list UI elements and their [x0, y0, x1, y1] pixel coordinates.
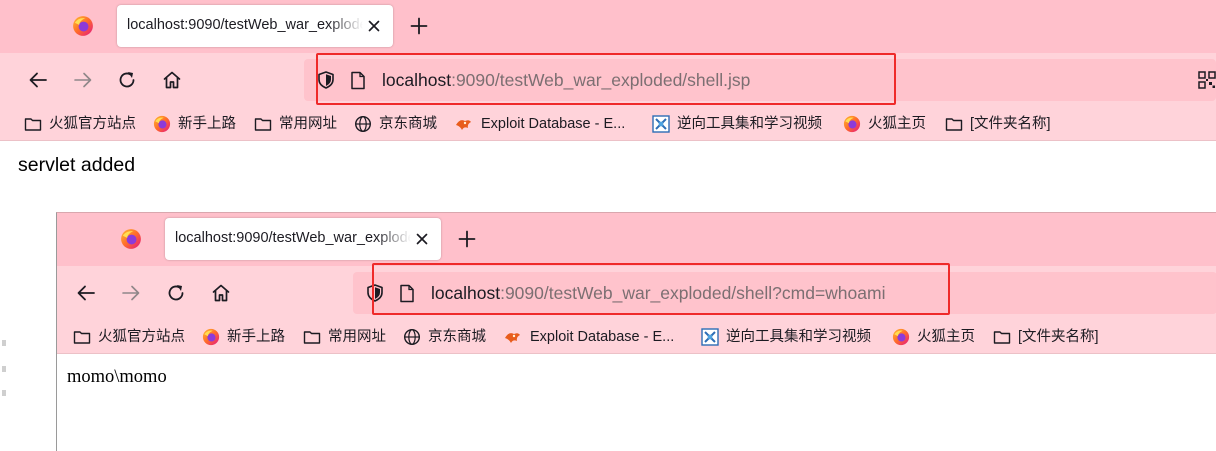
new-tab-plus-icon[interactable] — [409, 16, 429, 36]
bookmarks-toolbar: 火狐官方站点 新手上路 常用网址 京东商城 Exploit Database -… — [0, 107, 1216, 141]
reload-icon[interactable] — [165, 282, 187, 304]
folder-icon — [24, 115, 42, 133]
bookmark-item[interactable]: 逆向工具集和学习视频 — [652, 113, 834, 135]
bookmark-item[interactable]: 京东商城 — [354, 113, 444, 135]
page-body-text: servlet added — [18, 154, 136, 176]
bookmark-item[interactable]: 火狐主页 — [843, 113, 935, 135]
bookmark-item[interactable]: 常用网址 — [254, 113, 344, 135]
navigation-toolbar: localhost:9090/testWeb_war_exploded/shel… — [0, 53, 1216, 107]
bookmark-item[interactable]: 京东商城 — [403, 326, 493, 348]
tab-title: localhost:9090/testWeb_war_exploded/shel… — [127, 17, 363, 33]
forward-arrow-icon[interactable] — [72, 69, 94, 91]
folder-icon — [303, 328, 321, 346]
globe-icon — [354, 115, 372, 133]
forward-arrow-icon[interactable] — [120, 282, 142, 304]
bookmark-item[interactable]: 常用网址 — [303, 326, 393, 348]
reverse-tools-icon — [652, 115, 670, 133]
bookmark-item[interactable]: [文件夹名称] — [945, 113, 1061, 135]
firefox-icon[interactable] — [72, 15, 94, 37]
folder-icon — [73, 328, 91, 346]
new-tab-plus-icon[interactable] — [457, 229, 477, 249]
firefox-icon — [892, 328, 910, 346]
navigation-toolbar: localhost:9090/testWeb_war_exploded/shel… — [57, 263, 1216, 320]
firefox-icon — [843, 115, 861, 133]
home-icon[interactable] — [161, 69, 183, 91]
firefox-icon[interactable] — [120, 228, 142, 250]
tab-strip: localhost:9090/testWeb_war_exploded/shel… — [57, 213, 1216, 266]
bookmark-item[interactable]: 逆向工具集和学习视频 — [701, 326, 883, 348]
bookmark-item[interactable]: 新手上路 — [202, 326, 292, 348]
globe-icon — [403, 328, 421, 346]
tab-shell-jsp[interactable]: localhost:9090/testWeb_war_exploded/shel… — [117, 5, 393, 47]
folder-icon — [945, 115, 963, 133]
home-icon[interactable] — [210, 282, 232, 304]
back-arrow-icon[interactable] — [27, 69, 49, 91]
bookmark-item[interactable]: 火狐官方站点 — [73, 326, 191, 348]
reverse-tools-icon — [701, 328, 719, 346]
back-arrow-icon[interactable] — [75, 282, 97, 304]
folder-icon — [993, 328, 1011, 346]
window-edge-marks — [2, 340, 6, 396]
exploit-db-icon — [454, 115, 472, 133]
qr-code-icon[interactable] — [1198, 71, 1216, 89]
bookmark-item[interactable]: [文件夹名称] — [993, 326, 1109, 348]
reload-icon[interactable] — [116, 69, 138, 91]
bookmarks-toolbar: 火狐官方站点 新手上路 常用网址 京东商城 Exploit Database -… — [57, 320, 1216, 354]
highlight-box — [316, 53, 896, 105]
exploit-db-icon — [503, 328, 521, 346]
browser-window-2: localhost:9090/testWeb_war_exploded/shel… — [56, 212, 1216, 451]
close-icon[interactable] — [367, 19, 381, 33]
firefox-icon — [202, 328, 220, 346]
folder-icon — [254, 115, 272, 133]
close-icon[interactable] — [415, 232, 429, 246]
bookmark-item[interactable]: 新手上路 — [153, 113, 243, 135]
tab-strip: localhost:9090/testWeb_war_exploded/shel… — [0, 0, 1216, 53]
page-body-text: momo\momo — [67, 367, 167, 387]
tab-title: localhost:9090/testWeb_war_exploded/shel… — [175, 230, 411, 246]
bookmark-item[interactable]: 火狐官方站点 — [24, 113, 142, 135]
firefox-icon — [153, 115, 171, 133]
bookmark-item[interactable]: Exploit Database - E... — [454, 113, 640, 135]
bookmark-item[interactable]: Exploit Database - E... — [503, 326, 689, 348]
tab-shell-cmd[interactable]: localhost:9090/testWeb_war_exploded/shel… — [165, 218, 441, 260]
bookmark-item[interactable]: 火狐主页 — [892, 326, 984, 348]
page-content: momo\momo — [57, 354, 1216, 451]
highlight-box — [372, 263, 950, 315]
